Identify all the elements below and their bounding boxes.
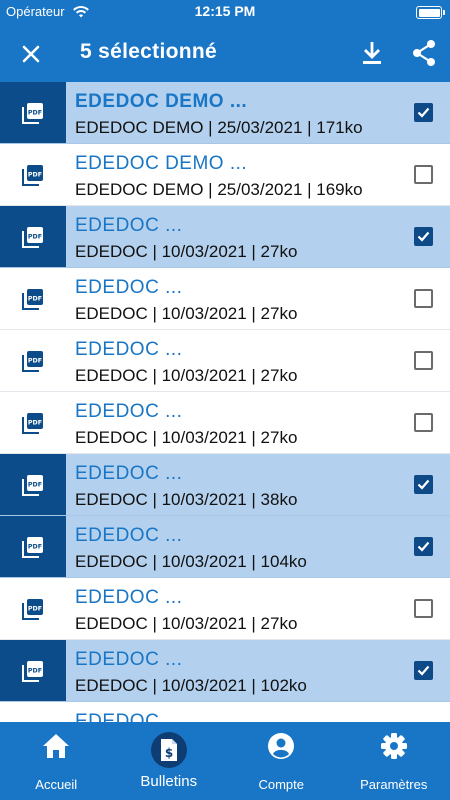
payslip-icon: $ <box>150 732 187 768</box>
document-row[interactable]: PDF EDEDOC DEMO ... EDEDOC DEMO | 25/03/20… <box>0 82 450 144</box>
document-row[interactable]: PDF EDEDOC ... EDEDOC | 10/03/2021 | 38ko <box>0 454 450 516</box>
selection-count-title: 5 sélectionné <box>80 40 217 63</box>
document-list: PDF EDEDOC DEMO ... EDEDOC DEMO | 25/03/20… <box>0 82 450 722</box>
document-title: EDEDOC ... <box>75 587 183 608</box>
document-meta: EDEDOC | 10/03/2021 | 102ko <box>75 676 307 695</box>
pdf-file-icon: PDF <box>0 330 66 391</box>
nav-label: Accueil <box>35 777 78 792</box>
nav-parametres[interactable]: Paramètres <box>338 722 450 800</box>
document-meta: EDEDOC DEMO | 25/03/2021 | 171ko <box>75 118 363 137</box>
svg-text:PDF: PDF <box>28 109 42 116</box>
app-bar: 5 sélectionné <box>0 26 450 82</box>
document-title: EDEDOC ... <box>75 711 183 722</box>
document-title: EDEDOC DEMO ... <box>75 91 248 112</box>
select-checkbox[interactable] <box>414 227 433 246</box>
pdf-file-icon: PDF <box>0 702 66 722</box>
select-checkbox[interactable] <box>414 599 433 618</box>
pdf-file-icon: PDF <box>0 144 66 205</box>
nav-label: Paramètres <box>360 777 428 792</box>
document-row[interactable]: PDF EDEDOC ... EDEDOC | 10/03/2021 | 27ko <box>0 268 450 330</box>
svg-text:PDF: PDF <box>28 419 42 426</box>
nav-bulletins[interactable]: $ Bulletins <box>113 722 226 800</box>
svg-text:PDF: PDF <box>28 295 42 302</box>
share-icon[interactable] <box>410 38 438 68</box>
account-icon <box>268 733 295 759</box>
select-checkbox[interactable] <box>414 537 433 556</box>
document-title: EDEDOC ... <box>75 277 183 298</box>
pdf-file-icon: PDF <box>0 392 66 453</box>
document-row[interactable]: PDF EDEDOC ... EDEDOC | 10/03/2021 | 27ko <box>0 206 450 268</box>
document-title: EDEDOC ... <box>75 649 183 670</box>
pdf-file-icon: PDF <box>0 82 66 143</box>
svg-text:$: $ <box>165 746 173 760</box>
pdf-file-icon: PDF <box>0 268 66 329</box>
document-meta: EDEDOC | 10/03/2021 | 27ko <box>75 304 298 323</box>
pdf-file-icon: PDF <box>0 206 66 267</box>
pdf-file-icon: PDF <box>0 454 66 515</box>
document-meta: EDEDOC | 10/03/2021 | 27ko <box>75 614 298 633</box>
battery-icon <box>416 6 445 19</box>
document-meta: EDEDOC | 10/03/2021 | 27ko <box>75 428 298 447</box>
document-row[interactable]: PDF EDEDOC ... EDEDOC | 10/03/2021 | 27ko <box>0 392 450 454</box>
select-checkbox[interactable] <box>414 661 433 680</box>
nav-label: Bulletins <box>140 773 198 790</box>
document-meta: EDEDOC | 10/03/2021 | 27ko <box>75 242 298 261</box>
document-title: EDEDOC DEMO ... <box>75 153 248 174</box>
svg-text:PDF: PDF <box>28 667 42 674</box>
select-checkbox[interactable] <box>414 413 433 432</box>
document-row[interactable]: PDF EDEDOC ... EDEDOC | 10/03/2021 | 104ko <box>0 516 450 578</box>
select-checkbox[interactable] <box>414 351 433 370</box>
clock: 12:15 PM <box>194 3 256 19</box>
document-meta: EDEDOC DEMO | 25/03/2021 | 169ko <box>75 180 363 199</box>
nav-compte[interactable]: Compte <box>225 722 338 800</box>
document-title: EDEDOC ... <box>75 463 183 484</box>
close-icon[interactable] <box>17 40 45 68</box>
pdf-file-icon: PDF <box>0 516 66 577</box>
document-row[interactable]: PDF EDEDOC ... <box>0 702 450 722</box>
select-checkbox[interactable] <box>414 289 433 308</box>
home-icon <box>43 734 70 758</box>
select-checkbox[interactable] <box>414 103 433 122</box>
document-meta: EDEDOC | 10/03/2021 | 104ko <box>75 552 307 571</box>
document-title: EDEDOC ... <box>75 215 183 236</box>
select-checkbox[interactable] <box>414 165 433 184</box>
svg-text:PDF: PDF <box>28 543 42 550</box>
document-row[interactable]: PDF EDEDOC ... EDEDOC | 10/03/2021 | 27ko <box>0 330 450 392</box>
status-bar: Opérateur 12:15 PM <box>0 0 450 26</box>
svg-text:PDF: PDF <box>28 481 42 488</box>
document-title: EDEDOC ... <box>75 339 183 360</box>
select-checkbox[interactable] <box>414 475 433 494</box>
nav-accueil[interactable]: Accueil <box>0 722 113 800</box>
settings-icon <box>380 733 407 759</box>
document-row[interactable]: PDF EDEDOC DEMO ... EDEDOC DEMO | 25/03/20… <box>0 144 450 206</box>
nav-label: Compte <box>258 777 305 792</box>
bottom-navigation: Accueil $ Bulletins Compte Paramètres <box>0 722 450 800</box>
document-title: EDEDOC ... <box>75 401 183 422</box>
pdf-file-icon: PDF <box>0 640 66 701</box>
download-icon[interactable] <box>359 39 385 67</box>
document-title: EDEDOC ... <box>75 525 183 546</box>
svg-text:PDF: PDF <box>28 233 42 240</box>
pdf-file-icon: PDF <box>0 578 66 639</box>
svg-text:PDF: PDF <box>28 605 42 612</box>
document-meta: EDEDOC | 10/03/2021 | 38ko <box>75 490 298 509</box>
document-meta: EDEDOC | 10/03/2021 | 27ko <box>75 366 298 385</box>
svg-text:PDF: PDF <box>28 357 42 364</box>
svg-text:PDF: PDF <box>28 171 42 178</box>
document-row[interactable]: PDF EDEDOC ... EDEDOC | 10/03/2021 | 27ko <box>0 578 450 640</box>
document-row[interactable]: PDF EDEDOC ... EDEDOC | 10/03/2021 | 102ko <box>0 640 450 702</box>
